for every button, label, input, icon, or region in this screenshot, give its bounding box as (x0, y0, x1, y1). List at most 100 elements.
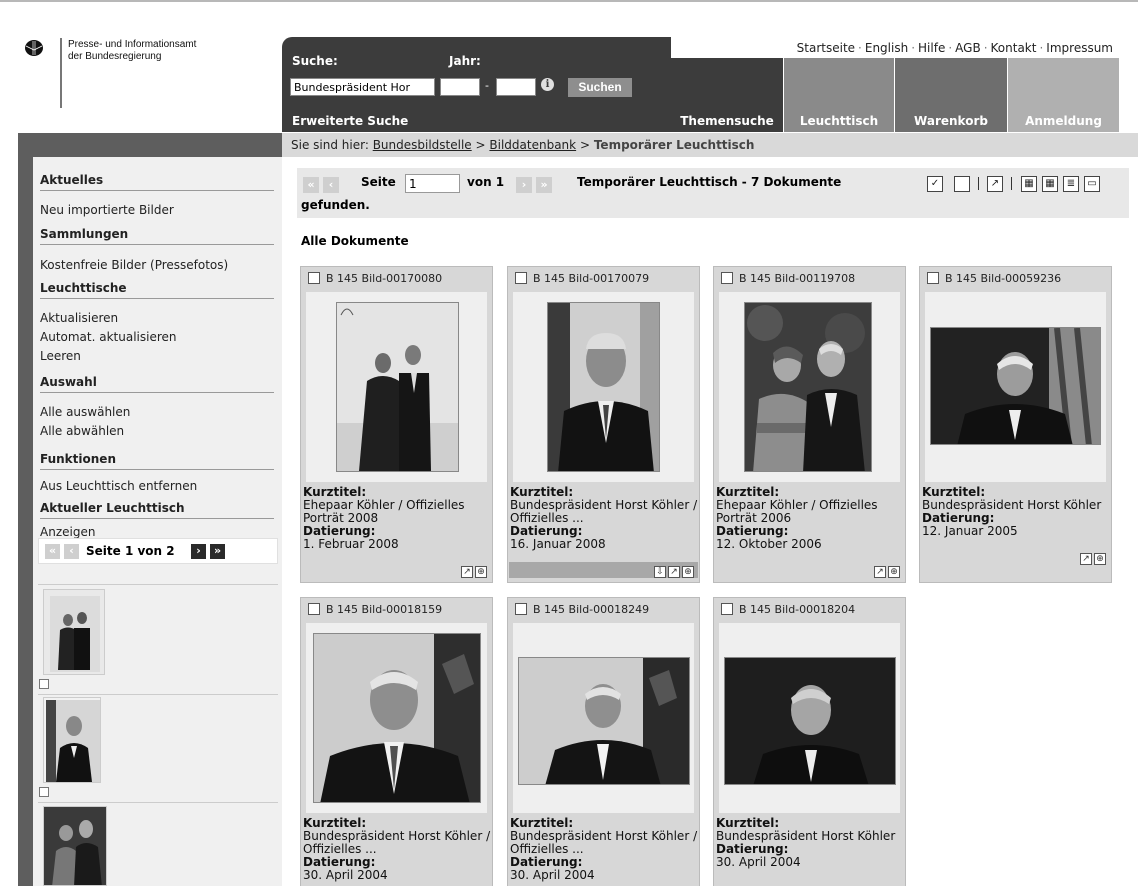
info-icon[interactable]: i (541, 78, 554, 91)
sidebar-thumbnail[interactable] (43, 697, 101, 783)
add-to-lighttable-icon[interactable]: ↗ (461, 566, 473, 578)
document-card[interactable]: B 145 Bild-00059236 Kurztitel: Bundesprä… (919, 266, 1112, 583)
search-panel: Suche: Jahr: - i Suchen Erweiterte Suche (282, 37, 671, 132)
tab-themensuche[interactable]: Themensuche (671, 58, 783, 132)
link-hilfe[interactable]: Hilfe (918, 41, 945, 55)
lighttable-icon[interactable] (39, 679, 49, 689)
view-single-icon[interactable]: ▭ (1084, 176, 1100, 192)
view-list-icon[interactable]: ≣ (1063, 176, 1079, 192)
card-date: 30. April 2004 (716, 855, 801, 869)
add-to-lighttable-icon[interactable]: ↗ (1080, 553, 1092, 565)
first-page-button[interactable]: « (303, 177, 319, 193)
year-to-input[interactable] (496, 78, 536, 96)
card-image-area (513, 623, 694, 813)
zoom-icon[interactable]: ⊕ (682, 566, 694, 578)
tab-leuchttisch[interactable]: Leuchttisch (784, 58, 894, 132)
card-meta: Kurztitel: Bundespräsident Horst Köhler … (714, 817, 905, 869)
sidebar-item-aktualisieren[interactable]: Aktualisieren (40, 311, 118, 325)
pager-last-button[interactable]: » (210, 544, 225, 559)
card-meta: Kurztitel: Ehepaar Köhler / Offizielles … (714, 486, 905, 551)
card-header: B 145 Bild-00170080 (301, 267, 492, 291)
federal-eagle-logo[interactable] (24, 38, 44, 58)
last-page-button[interactable]: » (536, 177, 552, 193)
card-photo[interactable] (313, 633, 481, 803)
sidebar-item-anzeigen[interactable]: Anzeigen (40, 525, 95, 539)
sidebar-item-automat[interactable]: Automat. aktualisieren (40, 330, 177, 344)
search-input[interactable] (290, 78, 435, 96)
pager-next-button[interactable]: › (191, 544, 206, 559)
add-to-lighttable-icon[interactable]: ↗ (668, 566, 680, 578)
sidebar-item-kostenfrei[interactable]: Kostenfreie Bilder (Pressefotos) (40, 258, 228, 272)
card-photo[interactable] (744, 302, 872, 472)
tab-warenkorb[interactable]: Warenkorb (895, 58, 1007, 132)
document-card[interactable]: B 145 Bild-00119708 Kurztitel: Ehepaar K… (713, 266, 906, 583)
card-photo[interactable] (518, 657, 690, 785)
agency-name[interactable]: Presse- und Informationsamt der Bundesre… (68, 39, 196, 63)
card-photo[interactable] (336, 302, 459, 472)
card-title: Ehepaar Köhler / Offizielles Porträt 200… (716, 498, 878, 525)
page-input[interactable] (405, 174, 460, 193)
card-image-area (306, 623, 487, 813)
tab-anmeldung[interactable]: Anmeldung (1008, 58, 1119, 132)
zoom-icon[interactable]: ⊕ (475, 566, 487, 578)
sidebar-item-neu-importiert[interactable]: Neu importierte Bilder (40, 203, 174, 217)
document-card[interactable]: B 145 Bild-00170079 Kurztitel: Bundesprä… (507, 266, 700, 583)
zoom-icon[interactable]: ⊕ (888, 566, 900, 578)
card-photo[interactable] (930, 327, 1101, 445)
deselect-all-checkbox-icon[interactable] (954, 176, 970, 192)
sidebar-thumbnail[interactable] (43, 589, 105, 675)
card-id: B 145 Bild-00119708 (739, 272, 856, 285)
breadcrumb-bilddatenbank[interactable]: Bilddatenbank (489, 138, 576, 152)
card-checkbox[interactable] (927, 272, 939, 284)
document-card[interactable]: B 145 Bild-00170080 Kurztitel: Ehepaar K… (300, 266, 493, 583)
document-card[interactable]: B 145 Bild-00018204 Kurztitel: Bundesprä… (713, 597, 906, 886)
breadcrumb-prefix: Sie sind hier: (291, 138, 369, 152)
view-small-grid-icon[interactable]: ▦ (1042, 176, 1058, 192)
zoom-icon[interactable]: ⊕ (1094, 553, 1106, 565)
card-photo[interactable] (724, 657, 896, 785)
next-page-button[interactable]: › (516, 177, 532, 193)
document-card[interactable]: B 145 Bild-00018159 Kurztitel: Bundesprä… (300, 597, 493, 886)
view-large-grid-icon[interactable]: ▦ (1021, 176, 1037, 192)
sidebar-thumbnail[interactable] (43, 806, 107, 886)
heading-leuchttische: Leuchttische (40, 281, 274, 299)
card-checkbox[interactable] (515, 272, 527, 284)
link-agb[interactable]: AGB (955, 41, 981, 55)
advanced-search-link[interactable]: Erweiterte Suche (292, 114, 408, 128)
top-links: Startseite · English · Hilfe · AGB · Kontakt · Imp… (796, 41, 1113, 55)
sidebar-item-entfernen[interactable]: Aus Leuchttisch entfernen (40, 479, 197, 493)
link-startseite[interactable]: Startseite (797, 41, 855, 55)
sidebar-item-alle-auswaehlen[interactable]: Alle auswählen (40, 405, 130, 419)
add-to-lighttable-icon[interactable]: ↗ (874, 566, 886, 578)
breadcrumb-bundesbildstelle[interactable]: Bundesbildstelle (373, 138, 472, 152)
card-id: B 145 Bild-00059236 (945, 272, 1062, 285)
pager-prev-button[interactable]: ‹ (64, 544, 79, 559)
link-impressum[interactable]: Impressum (1046, 41, 1113, 55)
search-button[interactable]: Suchen (568, 78, 632, 97)
card-image-area (719, 623, 900, 813)
download-icon[interactable]: ⇩ (654, 566, 666, 578)
agency-name-line2: der Bundesregierung (68, 51, 162, 62)
card-checkbox[interactable] (515, 603, 527, 615)
logo-divider (60, 38, 62, 108)
pager-first-button[interactable]: « (45, 544, 60, 559)
card-photo[interactable] (547, 302, 660, 472)
card-checkbox[interactable] (308, 272, 320, 284)
select-all-checkbox-icon[interactable]: ✓ (927, 176, 943, 192)
export-icon[interactable]: ↗ (987, 176, 1003, 192)
link-kontakt[interactable]: Kontakt (991, 41, 1037, 55)
card-header: B 145 Bild-00170079 (508, 267, 699, 291)
link-english[interactable]: English (865, 41, 908, 55)
card-checkbox[interactable] (721, 272, 733, 284)
card-checkbox[interactable] (721, 603, 733, 615)
lighttable-icon[interactable] (39, 787, 49, 797)
sidebar-item-alle-abwaehlen[interactable]: Alle abwählen (40, 424, 124, 438)
document-card[interactable]: B 145 Bild-00018249 Kurztitel: Bundesprä… (507, 597, 700, 886)
card-meta: Kurztitel: Ehepaar Köhler / Offizielles … (301, 486, 492, 551)
prev-page-button[interactable]: ‹ (323, 177, 339, 193)
heading-aktueller-leuchttisch: Aktueller Leuchttisch (40, 501, 274, 519)
card-date: 30. April 2004 (510, 868, 595, 882)
sidebar-item-leeren[interactable]: Leeren (40, 349, 81, 363)
card-checkbox[interactable] (308, 603, 320, 615)
year-from-input[interactable] (440, 78, 480, 96)
